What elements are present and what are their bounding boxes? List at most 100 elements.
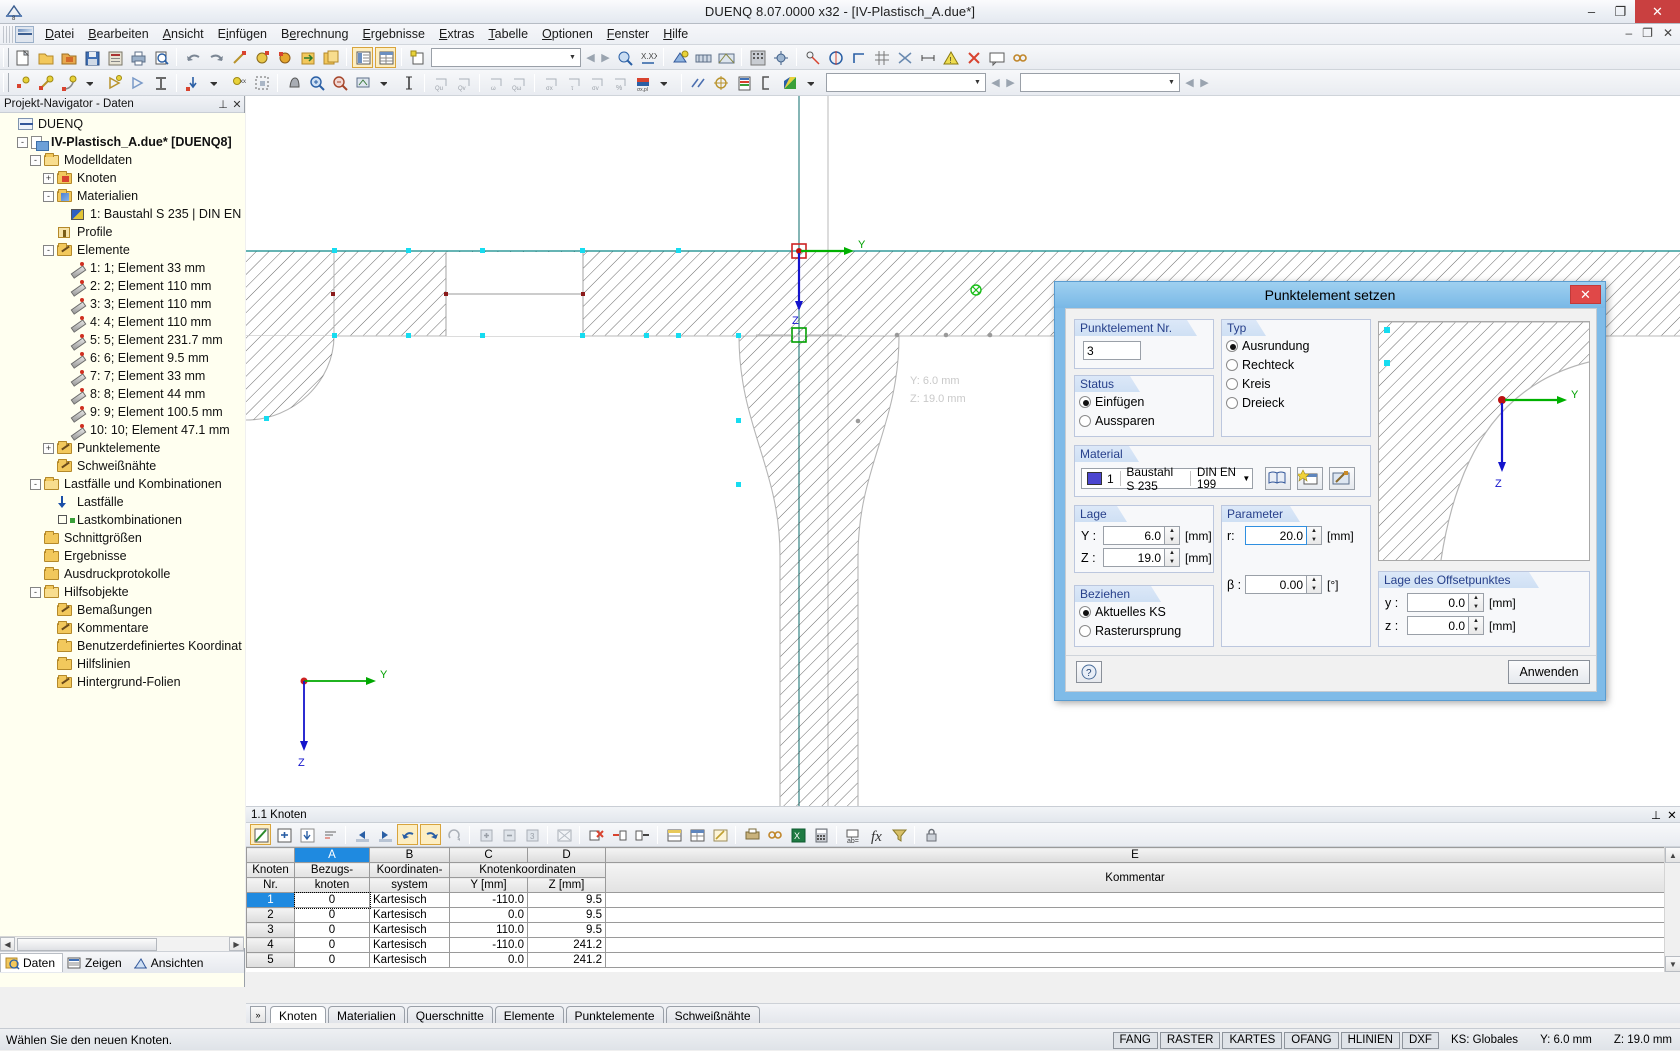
table-row[interactable]: 3 0 Kartesisch 110.0 9.5	[246, 922, 1665, 938]
table-remove-right-icon[interactable]	[631, 824, 652, 845]
dropdown-1-icon[interactable]	[81, 72, 102, 93]
zoom-point-icon[interactable]	[251, 47, 272, 68]
tree-item-kommentare[interactable]: Kommentare	[0, 619, 245, 637]
cell-kommentar[interactable]	[605, 907, 1665, 923]
print-preview-icon[interactable]	[150, 47, 171, 68]
table-print-icon[interactable]	[741, 824, 762, 845]
tree-item-modelldaten[interactable]: - Modelldaten	[0, 151, 245, 169]
table-undo-icon[interactable]	[397, 824, 418, 845]
cell-kommentar[interactable]	[605, 922, 1665, 938]
parameter-beta-spinner[interactable]: ▲ ▼	[1307, 575, 1322, 594]
next-section-icon[interactable]: ▶	[1197, 73, 1212, 93]
table-grid-icon[interactable]	[375, 46, 396, 68]
menu-ergebnisse[interactable]: Ergebnisse	[355, 25, 432, 43]
stress-tau-icon[interactable]: τ	[563, 72, 584, 93]
menu-extras[interactable]: Extras	[432, 25, 481, 43]
table-refresh-icon[interactable]	[443, 824, 464, 845]
structure-icon[interactable]	[692, 47, 713, 68]
table-link-icon[interactable]	[764, 824, 785, 845]
chevron-down-icon-material[interactable]: ▼	[1241, 469, 1252, 488]
cell-z[interactable]: 241.2	[527, 937, 606, 953]
navigator-tab-zeigen[interactable]: Zeigen	[63, 954, 129, 972]
tree-item-profile[interactable]: Profile	[0, 223, 245, 241]
tree-item-1-baustahl-s-235-din-en[interactable]: 1: Baustahl S 235 | DIN EN	[0, 205, 245, 223]
cell-z[interactable]: 241.2	[527, 952, 606, 968]
chevron-down-icon-3[interactable]: ▼	[1164, 74, 1179, 91]
tree-item-ausdruckprotokolle[interactable]: Ausdruckprotokolle	[0, 565, 245, 583]
tree-expander[interactable]: -	[17, 136, 28, 148]
grid-snap-icon[interactable]	[871, 47, 892, 68]
grid-scroll-down-button[interactable]: ▼	[1665, 956, 1680, 972]
lage-y-spinner[interactable]: ▲ ▼	[1165, 526, 1180, 545]
save-icon[interactable]	[81, 47, 102, 68]
navigator-tab-daten[interactable]: Daten	[0, 953, 64, 972]
view-settings-icon[interactable]	[770, 47, 791, 68]
tree-item-hilfsobjekte[interactable]: - Hilfsobjekte	[0, 583, 245, 601]
zoom-detail-icon[interactable]	[614, 47, 635, 68]
prev-result-icon[interactable]: ◀	[988, 73, 1003, 93]
tree-expander[interactable]: -	[30, 154, 41, 166]
link-icon[interactable]	[1009, 47, 1030, 68]
tree-item-knoten[interactable]: + Knoten	[0, 169, 245, 187]
table-calculator-icon[interactable]	[810, 824, 831, 845]
table-close-icon[interactable]: ✕	[1664, 808, 1680, 822]
table-insert-row-icon[interactable]	[273, 824, 294, 845]
close-button[interactable]: ✕	[1635, 0, 1680, 23]
cell-z[interactable]: 9.5	[527, 907, 606, 923]
toolbar1-grip[interactable]	[3, 47, 9, 67]
table-lock-icon[interactable]	[920, 824, 941, 845]
row-header[interactable]: 1	[246, 892, 295, 908]
table-remove-left-icon[interactable]	[608, 824, 629, 845]
status-toggle-hlinien[interactable]: HLINIEN	[1340, 1031, 1400, 1049]
table-edit-icon[interactable]	[250, 824, 271, 845]
loadcase-combo[interactable]: ▼	[431, 47, 581, 67]
cell-kommentar[interactable]	[605, 937, 1665, 953]
snap-icon[interactable]	[802, 47, 823, 68]
tree-expander[interactable]: +	[43, 442, 54, 454]
radio-typ-kreis[interactable]: Kreis	[1226, 374, 1370, 393]
tab-elemente[interactable]: Elemente	[494, 1006, 564, 1023]
material-new-button[interactable]	[1297, 467, 1323, 490]
row-header[interactable]: 2	[246, 907, 295, 923]
grid-vscrollbar[interactable]: ▲ ▼	[1664, 847, 1680, 972]
table-grid-format-icon[interactable]	[686, 824, 707, 845]
menu-datei[interactable]: Datei	[38, 25, 81, 43]
results-line-icon[interactable]	[687, 72, 708, 93]
tree-item-lastf-lle-und-kombinationen[interactable]: - Lastfälle und Kombinationen	[0, 475, 245, 493]
grid-scroll-up-button[interactable]: ▲	[1665, 847, 1680, 863]
material-edit-button[interactable]	[1329, 467, 1355, 490]
zoom-all-icon[interactable]	[352, 72, 373, 93]
stress-sxpl-icon[interactable]: σx,pl	[632, 72, 653, 93]
table-next-icon[interactable]	[374, 824, 395, 845]
offset-y-spinner[interactable]: ▲ ▼	[1469, 593, 1484, 612]
profile-insert-icon[interactable]	[150, 72, 171, 93]
status-toggle-dxf[interactable]: DXF	[1401, 1031, 1439, 1049]
prev-section-icon[interactable]: ◀	[1182, 73, 1197, 93]
menu-hilfe[interactable]: Hilfe	[656, 25, 695, 43]
pan-icon[interactable]	[283, 72, 304, 93]
table-header-format-icon[interactable]	[663, 824, 684, 845]
lage-z-spinner[interactable]: ▲ ▼	[1165, 548, 1180, 567]
toolbar2-grip[interactable]	[3, 73, 9, 92]
col-letter-e[interactable]: E	[605, 847, 1665, 863]
radio-typ-dreieck[interactable]: Dreieck	[1226, 393, 1370, 412]
table-delete-row-icon[interactable]	[585, 824, 606, 845]
open-recent-icon[interactable]	[58, 47, 79, 68]
table-move-down-icon[interactable]	[296, 824, 317, 845]
row-header[interactable]: 3	[246, 922, 295, 938]
table-filter-icon[interactable]	[888, 824, 909, 845]
menu-ansicht[interactable]: Ansicht	[156, 25, 211, 43]
new-loadcase-icon[interactable]	[407, 47, 428, 68]
radio-typ-ausrundung[interactable]: Ausrundung	[1226, 336, 1370, 355]
cell-bezugsknoten[interactable]: 0	[294, 922, 370, 938]
row-header[interactable]: 4	[246, 937, 295, 953]
tab-scroll-right-icon[interactable]: »	[250, 1006, 266, 1023]
tree-item-benutzerdefiniertes-koordinat[interactable]: Benutzerdefiniertes Koordinat	[0, 637, 245, 655]
result-qu-icon[interactable]: Qu	[430, 72, 451, 93]
tree-item-duenq[interactable]: DUENQ	[0, 115, 245, 133]
cell-koordinatensystem[interactable]: Kartesisch	[369, 952, 450, 968]
radio-beziehen-rasterursprung[interactable]: Rasterursprung	[1079, 621, 1213, 640]
data-grid[interactable]: A B C D E Knoten Bezugs- Koordinaten- Kn…	[246, 847, 1680, 972]
scroll-left-button[interactable]: ◀	[0, 937, 15, 951]
cell-bezugsknoten[interactable]: 0	[294, 907, 370, 923]
